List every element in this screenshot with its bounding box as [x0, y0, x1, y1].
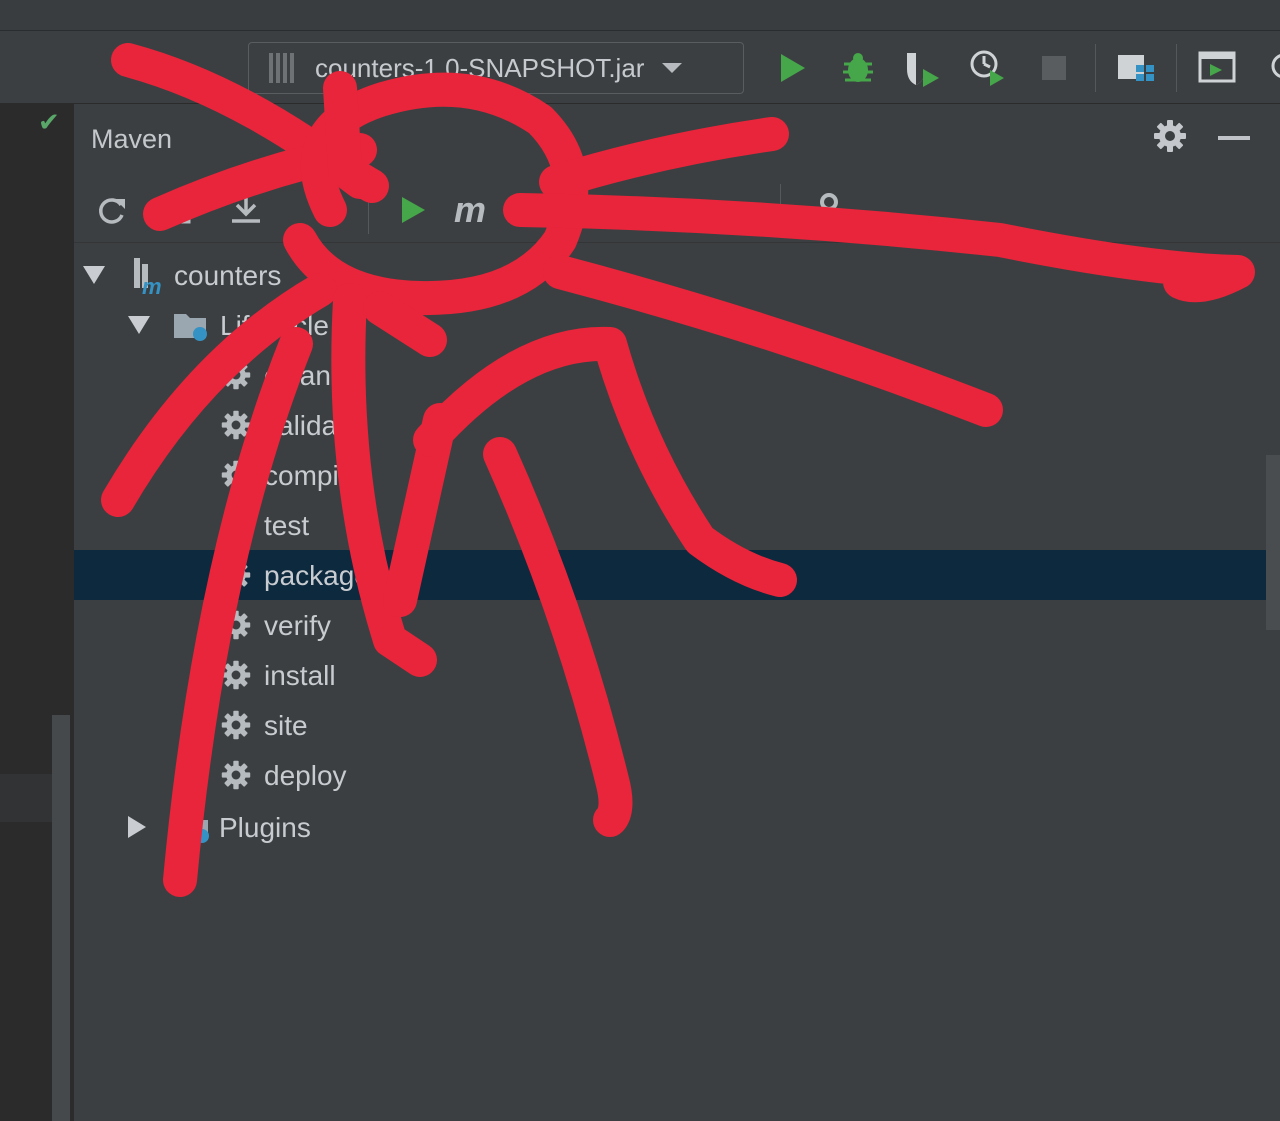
terminal-icon	[1198, 51, 1236, 83]
tree-node-label: Plugins	[219, 812, 311, 843]
maven-panel-title: Maven	[91, 124, 173, 154]
tree-node-label: counters	[174, 260, 282, 291]
gear-icon	[220, 759, 252, 791]
execute-maven-goal-button[interactable]: m	[448, 188, 492, 232]
project-structure-button[interactable]	[1114, 46, 1158, 90]
gear-icon[interactable]	[1152, 118, 1188, 154]
maven-settings-button[interactable]	[800, 188, 844, 232]
run-button[interactable]	[770, 46, 814, 90]
expand-arrow-icon[interactable]	[83, 266, 105, 284]
gear-icon	[220, 459, 252, 491]
tree-node-goal-package[interactable]: package	[74, 550, 1266, 600]
run-maven-build-button[interactable]	[390, 188, 434, 232]
add-icon	[319, 199, 341, 221]
toolbar-separator	[1095, 44, 1096, 92]
profile-icon	[970, 50, 1004, 86]
generate-sources-button[interactable]	[158, 188, 202, 232]
download-icon	[232, 195, 260, 223]
run-configuration-label: counters-1.0-SNAPSHOT.jar	[315, 52, 645, 83]
stop-button[interactable]	[1032, 46, 1076, 90]
tree-node-label: clean	[264, 360, 331, 391]
expand-arrow-icon[interactable]	[128, 316, 150, 334]
gear-icon	[220, 359, 252, 391]
run-configuration-selector[interactable]: counters-1.0-SNAPSHOT.jar	[248, 42, 744, 94]
tree-node-plugins[interactable]: Plugins	[74, 802, 1266, 852]
gear-icon	[220, 409, 252, 441]
project-structure-icon	[1118, 55, 1154, 81]
maven-panel-header: Maven	[74, 104, 1280, 170]
panel-scrollbar[interactable]	[1266, 455, 1280, 630]
show-dependencies-icon	[674, 201, 702, 221]
toolbar-separator	[368, 184, 369, 234]
debug-button[interactable]	[836, 46, 880, 90]
search-everywhere-button[interactable]	[1256, 46, 1280, 90]
add-project-button[interactable]	[308, 188, 352, 232]
skip-tests-button[interactable]	[580, 188, 624, 232]
gear-icon	[220, 559, 252, 591]
terminal-button[interactable]	[1196, 46, 1240, 90]
toggle-offline-icon	[524, 198, 548, 222]
run-icon	[402, 197, 425, 223]
chevron-down-icon	[662, 63, 683, 73]
jar-icon	[269, 53, 295, 83]
tree-node-label: validate	[264, 410, 361, 441]
run-with-coverage-button[interactable]	[900, 46, 944, 90]
editor-scrollbar[interactable]	[52, 715, 70, 1121]
tree-node-goal-install[interactable]: install	[74, 650, 1266, 700]
skip-tests-icon	[592, 200, 612, 220]
hide-panel-button[interactable]	[1218, 136, 1250, 140]
tree-node-goal-validate[interactable]: validate	[74, 400, 1266, 450]
expand-arrow-icon[interactable]	[128, 816, 146, 838]
tree-node-label: package	[264, 560, 370, 591]
tree-node-goal-compile[interactable]: compile	[74, 450, 1266, 500]
gear-icon	[220, 609, 252, 641]
tree-node-label: install	[264, 660, 336, 691]
reload-icon	[99, 198, 125, 224]
toolbar-separator	[780, 184, 781, 234]
tree-node-lifecycle[interactable]: Lifecycle	[74, 300, 1266, 350]
reload-button[interactable]	[90, 188, 134, 232]
gear-icon	[220, 709, 252, 741]
inspection-ok-icon: ✔	[38, 108, 60, 138]
search-icon	[1271, 54, 1280, 78]
tree-node-goal-site[interactable]: site	[74, 700, 1266, 750]
tree-node-label: site	[264, 710, 308, 741]
run-icon	[781, 54, 805, 82]
show-dependencies-button[interactable]	[666, 188, 710, 232]
gear-icon	[220, 659, 252, 691]
plugins-folder-icon	[176, 816, 209, 843]
tree-node-label: verify	[264, 610, 331, 641]
toolbar-separator	[1176, 44, 1177, 92]
execute-goal-icon: m	[453, 189, 486, 230]
tree-node-label: deploy	[264, 760, 347, 791]
tree-node-label: test	[264, 510, 310, 541]
maven-project-icon: m	[134, 258, 162, 296]
title-bar	[0, 0, 1280, 31]
toggle-offline-button[interactable]	[514, 188, 558, 232]
download-sources-button[interactable]	[224, 188, 268, 232]
stop-icon	[1042, 56, 1066, 80]
profile-button[interactable]	[966, 46, 1010, 90]
tree-node-label: compile	[264, 460, 361, 491]
tree-node-goal-test[interactable]: test	[74, 500, 1266, 550]
generate-sources-icon	[167, 196, 191, 224]
tree-node-label: Lifecycle	[220, 310, 329, 341]
tree-node-goal-verify[interactable]: verify	[74, 600, 1266, 650]
coverage-icon	[907, 53, 939, 87]
tree-node-goal-deploy[interactable]: deploy	[74, 750, 1266, 800]
tree-node-project[interactable]: m counters	[74, 250, 1266, 300]
tree-node-goal-clean[interactable]: clean	[74, 350, 1266, 400]
gear-icon	[220, 509, 252, 541]
wrench-icon	[810, 193, 838, 224]
maven-tool-window: Maven m m counters Lifecycle clean valid…	[74, 104, 1280, 1121]
dropdown-icon	[730, 206, 746, 215]
debug-icon	[843, 53, 873, 82]
folder-icon	[174, 314, 207, 341]
svg-text:m: m	[142, 274, 162, 296]
more-options-dropdown[interactable]	[716, 188, 760, 232]
